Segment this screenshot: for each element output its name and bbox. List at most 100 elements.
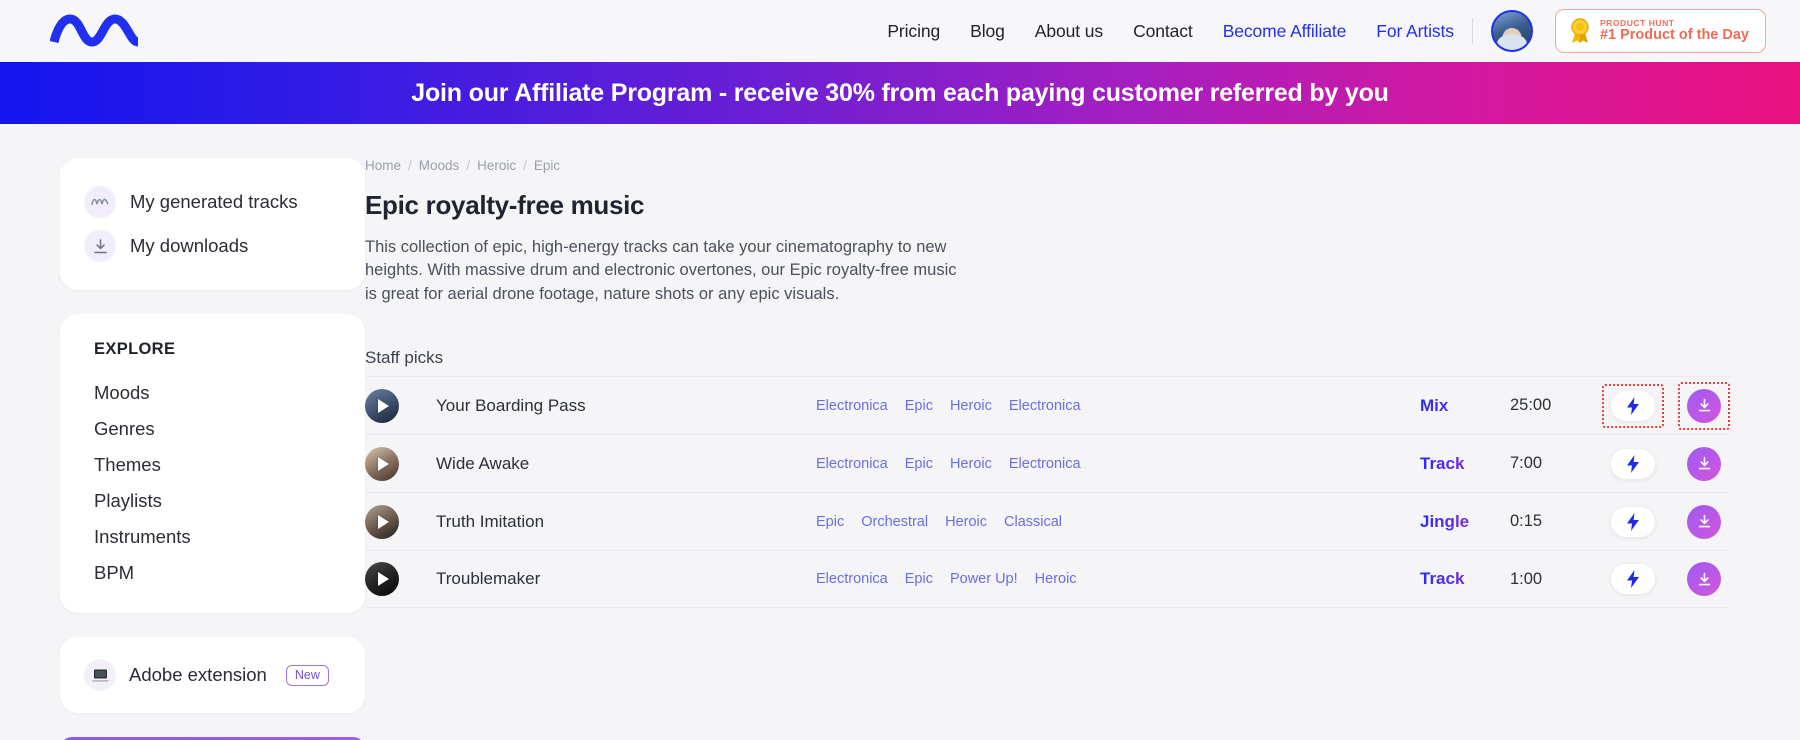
table-row[interactable]: Wide Awake Electronica Epic Heroic Elect… — [365, 434, 1730, 492]
track-tags: Electronica Epic Power Up! Heroic — [816, 571, 1420, 587]
sidebar-item-playlists[interactable]: Playlists — [84, 483, 341, 519]
breadcrumb-item-home[interactable]: Home — [365, 158, 401, 173]
sidebar-item-my-downloads[interactable]: My downloads — [84, 224, 341, 268]
sidebar-item-instruments[interactable]: Instruments — [84, 519, 341, 555]
bolt-wrapper — [1602, 442, 1664, 486]
track-title: Troublemaker — [436, 569, 816, 589]
download-circle-icon — [1696, 571, 1713, 588]
product-hunt-badge[interactable]: PRODUCT HUNT #1 Product of the Day — [1555, 9, 1766, 53]
track-tag[interactable]: Epic — [816, 514, 844, 530]
breadcrumb: Home / Moods / Heroic / Epic — [365, 158, 1730, 173]
track-title: Truth Imitation — [436, 512, 816, 532]
bolt-wrapper — [1602, 500, 1664, 544]
sidebar-item-genres[interactable]: Genres — [84, 411, 341, 447]
sidebar-item-themes[interactable]: Themes — [84, 447, 341, 483]
bolt-highlight-box — [1602, 384, 1664, 428]
breadcrumb-separator: / — [523, 158, 527, 173]
new-badge: New — [286, 665, 329, 686]
track-tag[interactable]: Orchestral — [861, 514, 928, 530]
track-tag[interactable]: Power Up! — [950, 571, 1018, 587]
nav-item-for-artists[interactable]: For Artists — [1376, 21, 1454, 42]
track-tag[interactable]: Electronica — [1009, 398, 1081, 414]
track-actions — [1602, 498, 1730, 546]
download-circle-icon — [1696, 455, 1713, 472]
breadcrumb-separator: / — [408, 158, 412, 173]
download-button[interactable] — [1687, 562, 1721, 596]
nav-item-blog[interactable]: Blog — [970, 21, 1005, 42]
play-icon — [378, 399, 389, 413]
nav-divider — [1472, 18, 1473, 44]
nav-item-become-affiliate[interactable]: Become Affiliate — [1223, 21, 1347, 42]
nav-item-pricing[interactable]: Pricing — [887, 21, 940, 42]
track-duration: 0:15 — [1510, 512, 1602, 531]
lightning-bolt-icon — [1625, 396, 1641, 416]
breadcrumb-item-moods[interactable]: Moods — [419, 158, 460, 173]
track-tag[interactable]: Epic — [905, 571, 933, 587]
download-button[interactable] — [1687, 447, 1721, 481]
track-thumbnail-play-button[interactable] — [365, 389, 399, 423]
track-tag[interactable]: Epic — [905, 456, 933, 472]
track-type: Mix — [1420, 396, 1510, 416]
main-content: Home / Moods / Heroic / Epic Epic royalt… — [365, 158, 1800, 740]
track-duration: 7:00 — [1510, 454, 1602, 473]
track-tag[interactable]: Classical — [1004, 514, 1062, 530]
track-tag[interactable]: Heroic — [945, 514, 987, 530]
table-row[interactable]: Troublemaker Electronica Epic Power Up! … — [365, 550, 1730, 608]
track-tag[interactable]: Electronica — [816, 571, 888, 587]
breadcrumb-item-epic[interactable]: Epic — [534, 158, 560, 173]
user-avatar[interactable] — [1491, 10, 1533, 52]
download-highlight-box — [1678, 382, 1730, 430]
track-tag[interactable]: Heroic — [950, 398, 992, 414]
adobe-extension-row[interactable]: Adobe extension New — [84, 655, 341, 695]
nav-item-contact[interactable]: Contact — [1133, 21, 1193, 42]
nav-item-about-us[interactable]: About us — [1035, 21, 1103, 42]
track-tag[interactable]: Electronica — [816, 398, 888, 414]
laptop-icon — [84, 659, 116, 691]
ribbon-award-icon — [1569, 18, 1591, 44]
track-duration: 25:00 — [1510, 396, 1602, 415]
mubert-wave-logo-icon[interactable] — [50, 11, 146, 51]
track-actions — [1602, 382, 1730, 430]
sidebar-user-card: My generated tracks My downloads — [60, 158, 365, 290]
breadcrumb-item-heroic[interactable]: Heroic — [477, 158, 516, 173]
explore-heading: EXPLORE — [94, 340, 341, 359]
lightning-bolt-icon — [1625, 569, 1641, 589]
sidebar-item-my-generated-tracks[interactable]: My generated tracks — [84, 180, 341, 224]
track-type: Jingle — [1420, 512, 1510, 532]
download-wrapper — [1678, 555, 1730, 603]
track-tag[interactable]: Heroic — [950, 456, 992, 472]
track-tag[interactable]: Electronica — [1009, 456, 1081, 472]
play-icon — [378, 572, 389, 586]
lightning-bolt-button[interactable] — [1611, 449, 1655, 479]
product-hunt-title: #1 Product of the Day — [1600, 28, 1749, 43]
track-duration: 1:00 — [1510, 570, 1602, 589]
track-tag[interactable]: Epic — [905, 398, 933, 414]
lightning-bolt-button[interactable] — [1611, 507, 1655, 537]
track-tag[interactable]: Heroic — [1035, 571, 1077, 587]
track-tag[interactable]: Electronica — [816, 456, 888, 472]
sidebar-extension-card[interactable]: Adobe extension New — [60, 637, 365, 713]
download-button[interactable] — [1687, 389, 1721, 423]
lightning-bolt-button[interactable] — [1611, 391, 1655, 421]
track-thumbnail-play-button[interactable] — [365, 505, 399, 539]
breadcrumb-separator: / — [466, 158, 470, 173]
track-actions — [1602, 555, 1730, 603]
track-tags: Epic Orchestral Heroic Classical — [816, 514, 1420, 530]
track-list: Your Boarding Pass Electronica Epic Hero… — [365, 376, 1730, 608]
nav-links: Pricing Blog About us Contact Become Aff… — [887, 21, 1454, 42]
lightning-bolt-icon — [1625, 454, 1641, 474]
adobe-extension-label: Adobe extension — [129, 664, 267, 686]
download-button[interactable] — [1687, 505, 1721, 539]
table-row[interactable]: Your Boarding Pass Electronica Epic Hero… — [365, 376, 1730, 434]
lightning-bolt-button[interactable] — [1611, 564, 1655, 594]
page-description: This collection of epic, high-energy tra… — [365, 236, 965, 306]
affiliate-banner[interactable]: Join our Affiliate Program - receive 30%… — [0, 62, 1800, 124]
table-row[interactable]: Truth Imitation Epic Orchestral Heroic C… — [365, 492, 1730, 550]
product-hunt-text: PRODUCT HUNT #1 Product of the Day — [1600, 19, 1749, 43]
track-actions — [1602, 440, 1730, 488]
track-title: Your Boarding Pass — [436, 396, 816, 416]
track-thumbnail-play-button[interactable] — [365, 447, 399, 481]
sidebar-item-bpm[interactable]: BPM — [84, 555, 341, 591]
track-thumbnail-play-button[interactable] — [365, 562, 399, 596]
sidebar-item-moods[interactable]: Moods — [84, 375, 341, 411]
